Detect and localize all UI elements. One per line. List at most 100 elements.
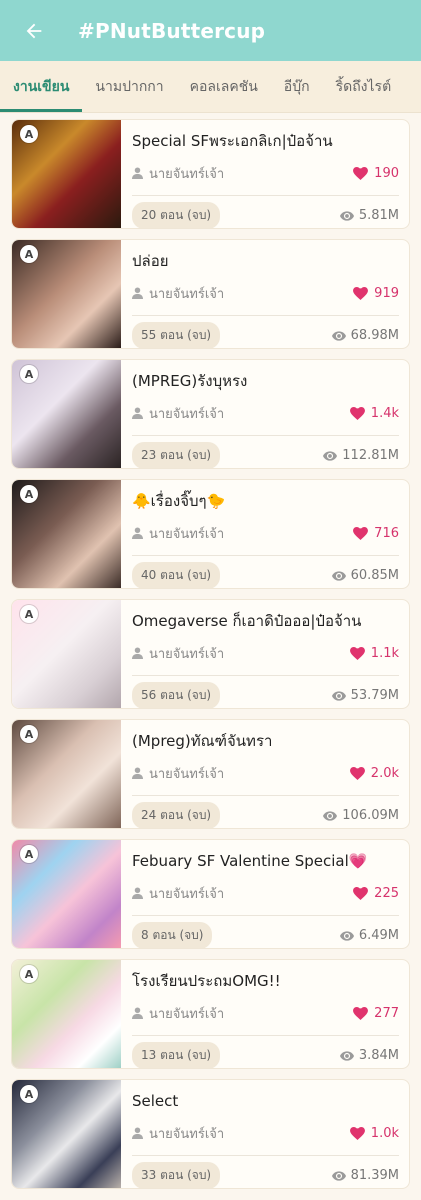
divider — [132, 315, 399, 316]
like-count-value: 2.0k — [370, 765, 399, 781]
novel-info: (MPREG)รังบุหรง นายจันทร์เจ้า 1.4k 23 ตอ… — [121, 360, 409, 468]
author-name: นายจันทร์เจ้า — [149, 1126, 225, 1142]
view-count: 68.98M — [331, 328, 399, 343]
novel-list: A Special SFพระเอกลิเก|ป๋อจ้าน นายจันทร์… — [0, 113, 421, 1189]
heart-icon — [353, 526, 369, 540]
episode-count-badge: 23 ตอน (จบ) — [132, 442, 221, 468]
view-count: 106.09M — [323, 808, 399, 823]
novel-card[interactable]: A Omegaverse ก็เอาดิป๋อออ|ป๋อจ้าน นายจัน… — [11, 599, 410, 709]
author[interactable]: นายจันทร์เจ้า — [132, 163, 224, 184]
like-count-value: 1.1k — [370, 645, 399, 661]
eye-icon — [323, 810, 338, 821]
person-icon — [132, 647, 143, 659]
novel-meta-row: นายจันทร์เจ้า 1.0k — [132, 1123, 399, 1143]
novel-title[interactable]: Special SFพระเอกลิเก|ป๋อจ้าน — [132, 130, 399, 152]
novel-cover-image[interactable]: A — [12, 480, 121, 588]
novel-card[interactable]: A โรงเรียนประถมOMG!! นายจันทร์เจ้า 277 1… — [11, 959, 410, 1069]
divider — [132, 195, 399, 196]
author[interactable]: นายจันทร์เจ้า — [132, 523, 224, 544]
novel-info: Special SFพระเอกลิเก|ป๋อจ้าน นายจันทร์เจ… — [121, 120, 409, 228]
novel-meta-row: นายจันทร์เจ้า 225 — [132, 883, 399, 903]
author[interactable]: นายจันทร์เจ้า — [132, 763, 224, 784]
novel-stats-row: 23 ตอน (จบ) 112.81M — [132, 442, 399, 468]
view-count: 53.79M — [331, 688, 399, 703]
back-button[interactable] — [22, 19, 46, 43]
author-name: นายจันทร์เจ้า — [149, 166, 225, 182]
novel-info: ปล่อย นายจันทร์เจ้า 919 55 ตอน (จบ) 68.9… — [121, 240, 409, 348]
novel-title[interactable]: Omegaverse ก็เอาดิป๋อออ|ป๋อจ้าน — [132, 610, 399, 632]
novel-title[interactable]: Select — [132, 1090, 399, 1112]
age-rating-badge: A — [20, 485, 38, 503]
novel-card[interactable]: A 🐥เรื่องจิ๊บๆ🐤 นายจันทร์เจ้า 716 40 ตอน… — [11, 479, 410, 589]
person-icon — [132, 527, 143, 539]
tab-pen-names[interactable]: นามปากกา — [82, 61, 176, 112]
view-count: 6.49M — [339, 928, 399, 943]
novel-title[interactable]: (Mpreg)ทัณฑ์จันทรา — [132, 730, 399, 752]
author-name: นายจันทร์เจ้า — [149, 1006, 225, 1022]
novel-list-screen: #PNutButtercup งานเขียน นามปากกา คอลเลคช… — [0, 0, 421, 1200]
novel-card[interactable]: A (Mpreg)ทัณฑ์จันทรา นายจันทร์เจ้า 2.0k — [11, 719, 410, 829]
novel-stats-row: 55 ตอน (จบ) 68.98M — [132, 322, 399, 348]
novel-cover-image[interactable]: A — [12, 1080, 121, 1188]
novel-info: 🐥เรื่องจิ๊บๆ🐤 นายจันทร์เจ้า 716 40 ตอน (… — [121, 480, 409, 588]
novel-card[interactable]: A ปล่อย นายจันทร์เจ้า 919 55 ตอน (จบ) 68… — [11, 239, 410, 349]
episode-count-badge: 13 ตอน (จบ) — [132, 1042, 221, 1068]
episode-count-badge: 24 ตอน (จบ) — [132, 802, 221, 828]
tab-collections[interactable]: คอลเลคชัน — [177, 61, 271, 112]
tab-works[interactable]: งานเขียน — [0, 61, 83, 112]
novel-cover-image[interactable]: A — [12, 360, 121, 468]
like-count: 1.1k — [349, 645, 399, 661]
view-count: 112.81M — [323, 448, 399, 463]
tab-ebooks[interactable]: อีบุ๊ก — [271, 61, 323, 112]
novel-title[interactable]: 🐥เรื่องจิ๊บๆ🐤 — [132, 490, 399, 512]
heart-icon — [349, 766, 365, 780]
author[interactable]: นายจันทร์เจ้า — [132, 403, 224, 424]
novel-cover-image[interactable]: A — [12, 720, 121, 828]
novel-card[interactable]: A Special SFพระเอกลิเก|ป๋อจ้าน นายจันทร์… — [11, 119, 410, 229]
author[interactable]: นายจันทร์เจ้า — [132, 883, 224, 904]
view-count-value: 6.49M — [358, 928, 399, 943]
like-count: 225 — [353, 886, 399, 901]
view-count: 5.81M — [339, 208, 399, 223]
author[interactable]: นายจันทร์เจ้า — [132, 643, 224, 664]
arrow-left-icon — [26, 23, 42, 38]
age-rating-badge: A — [20, 365, 38, 383]
eye-icon — [339, 1050, 354, 1061]
novel-cover-image[interactable]: A — [12, 600, 121, 708]
divider — [132, 435, 399, 436]
app-bar: #PNutButtercup — [0, 0, 421, 61]
person-icon — [132, 1007, 143, 1019]
eye-icon — [331, 690, 346, 701]
heart-icon — [349, 1126, 365, 1140]
like-count: 2.0k — [349, 765, 399, 781]
divider — [132, 555, 399, 556]
eye-icon — [331, 330, 346, 341]
novel-title[interactable]: Febuary SF Valentine Special💗 — [132, 850, 399, 872]
episode-count-badge: 8 ตอน (จบ) — [132, 922, 213, 948]
novel-stats-row: 40 ตอน (จบ) 60.85M — [132, 562, 399, 588]
novel-title[interactable]: (MPREG)รังบุหรง — [132, 370, 399, 392]
like-count: 919 — [353, 286, 399, 301]
novel-cover-image[interactable]: A — [12, 960, 121, 1068]
like-count-value: 277 — [374, 1005, 399, 1021]
novel-card[interactable]: A Febuary SF Valentine Special💗 นายจันทร… — [11, 839, 410, 949]
age-rating-badge: A — [20, 725, 38, 743]
novel-card[interactable]: A Select นายจันทร์เจ้า 1.0k 33 ตอน (จบ) … — [11, 1079, 410, 1189]
heart-icon — [349, 406, 365, 420]
novel-cover-image[interactable]: A — [12, 840, 121, 948]
divider — [132, 915, 399, 916]
novel-cover-image[interactable]: A — [12, 120, 121, 228]
person-icon — [132, 887, 143, 899]
person-icon — [132, 287, 143, 299]
novel-title[interactable]: ปล่อย — [132, 250, 399, 272]
novel-card[interactable]: A (MPREG)รังบุหรง นายจันทร์เจ้า 1.4k 23 … — [11, 359, 410, 469]
heart-icon — [353, 886, 369, 900]
novel-title[interactable]: โรงเรียนประถมOMG!! — [132, 970, 399, 992]
author[interactable]: นายจันทร์เจ้า — [132, 1003, 224, 1024]
novel-stats-row: 24 ตอน (จบ) 106.09M — [132, 802, 399, 828]
author[interactable]: นายจันทร์เจ้า — [132, 1123, 224, 1144]
tab-reader-to-writer[interactable]: ริ้ดถึงไรต์ — [323, 61, 405, 112]
novel-cover-image[interactable]: A — [12, 240, 121, 348]
author-name: นายจันทร์เจ้า — [149, 766, 225, 782]
author[interactable]: นายจันทร์เจ้า — [132, 283, 224, 304]
